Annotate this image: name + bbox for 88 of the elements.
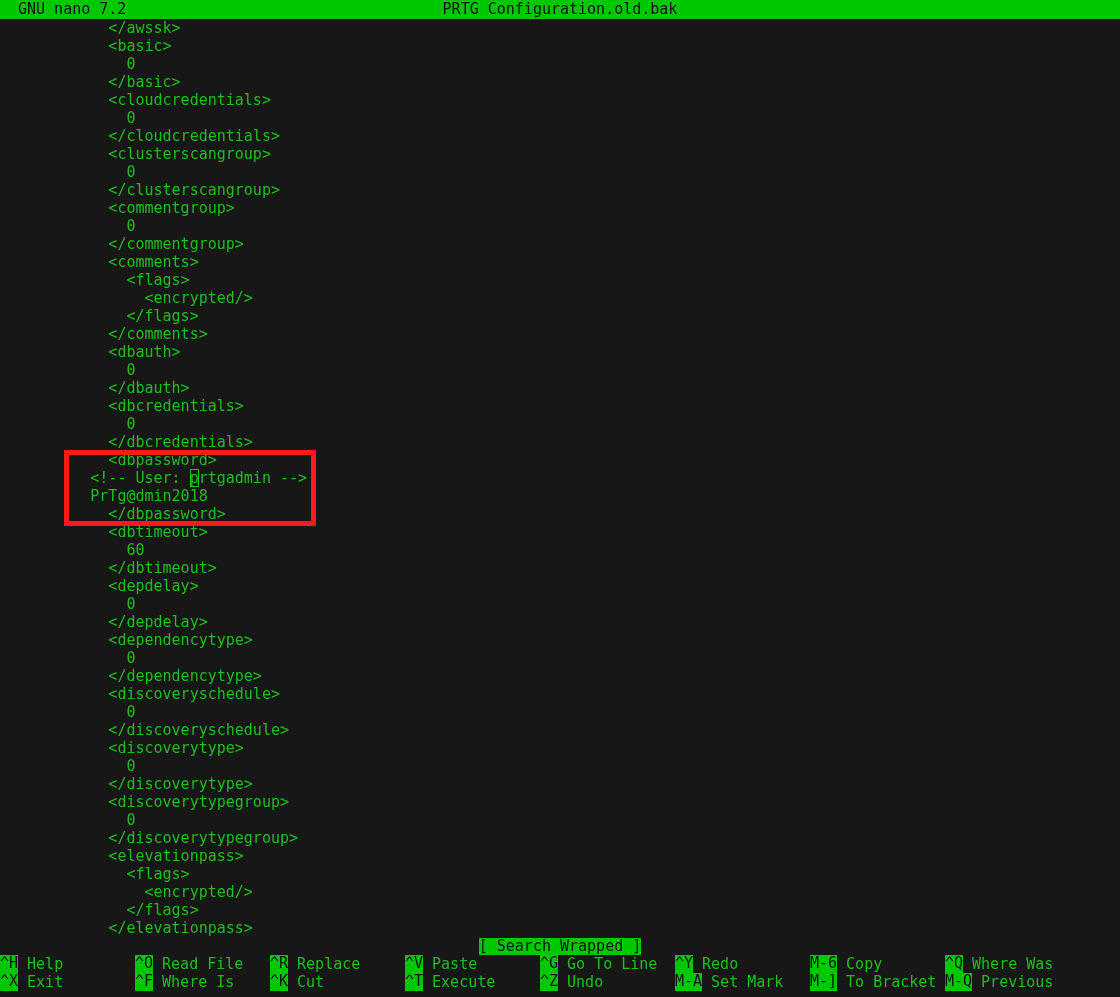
shortcut-key: M-] xyxy=(810,973,838,991)
code-line: <dbtimeout> xyxy=(107,523,208,541)
shortcut-label: Cut xyxy=(297,973,325,991)
code-line: 0 xyxy=(125,109,136,127)
shortcut-label: Replace xyxy=(297,955,361,973)
shortcut-key: ^O xyxy=(135,955,154,973)
shortcut-key: ^V xyxy=(405,955,424,973)
shortcut-label: Go To Line xyxy=(567,955,658,973)
shortcut-key: ^T xyxy=(405,973,424,991)
shortcut-label: Exit xyxy=(27,973,64,991)
code-line: </dbpassword> xyxy=(107,505,226,523)
shortcut-label: Help xyxy=(27,955,64,973)
shortcut-key: ^H xyxy=(0,955,19,973)
code-line: 0 xyxy=(125,55,136,73)
code-line: <encrypted/> xyxy=(143,883,253,901)
code-line: 60 xyxy=(125,541,145,559)
shortcut-label: Execute xyxy=(432,973,496,991)
code-line: 0 xyxy=(125,163,136,181)
shortcut-label: Redo xyxy=(702,955,739,973)
code-line: <encrypted/> xyxy=(143,289,253,307)
file-name: PRTG Configuration.old.bak xyxy=(442,0,678,19)
code-line: </discoverytype> xyxy=(107,775,253,793)
code-line: PrTg@dmin2018 xyxy=(89,487,208,505)
shortcut-key: M-Q xyxy=(945,973,973,991)
shortcut-label: Previous xyxy=(981,973,1054,991)
code-line: </discoveryschedule> xyxy=(107,721,289,739)
code-line: </flags> xyxy=(125,901,199,919)
code-line: </cloudcredentials> xyxy=(107,127,280,145)
shortcut-label: Undo xyxy=(567,973,604,991)
shortcut-label: Set Mark xyxy=(711,973,784,991)
code-line: 0 xyxy=(125,811,136,829)
code-line: </basic> xyxy=(107,73,181,91)
shortcut-key: ^G xyxy=(540,955,559,973)
shortcut-label: To Bracket xyxy=(846,973,937,991)
shortcut-label: Copy xyxy=(846,955,883,973)
code-line: </discoverytypegroup> xyxy=(107,829,298,847)
code-line: <dbauth> xyxy=(107,343,181,361)
app-version: GNU nano 7.2 xyxy=(17,0,128,19)
code-line: <dbcredentials> xyxy=(107,397,244,415)
code-line: 0 xyxy=(125,361,136,379)
shortcut-key: ^Y xyxy=(675,955,694,973)
code-line: <dependencytype> xyxy=(107,631,253,649)
code-line: </commentgroup> xyxy=(107,235,244,253)
shortcut-label: Where Is xyxy=(162,973,235,991)
code-line: </elevationpass> xyxy=(107,919,253,937)
code-line: <comments> xyxy=(107,253,199,271)
shortcut-key: ^Z xyxy=(540,973,559,991)
code-line: </dbtimeout> xyxy=(107,559,217,577)
code-line: </depdelay> xyxy=(107,613,208,631)
code-line: </comments> xyxy=(107,325,208,343)
code-line: <depdelay> xyxy=(107,577,199,595)
code-line: 0 xyxy=(125,703,136,721)
code-line: <discoveryschedule> xyxy=(107,685,280,703)
shortcut-label: Read File xyxy=(162,955,244,973)
shortcut-key: M-6 xyxy=(810,955,838,973)
code-line: 0 xyxy=(125,217,136,235)
status-message: [ Search Wrapped ] xyxy=(478,937,642,955)
shortcut-label: Where Was xyxy=(972,955,1054,973)
code-line: 0 xyxy=(125,649,136,667)
text-cursor: p xyxy=(189,469,199,487)
code-line: <dbpassword> xyxy=(107,451,217,469)
shortcut-label: Paste xyxy=(432,955,478,973)
code-line: <clusterscangroup> xyxy=(107,145,271,163)
code-text: <!-- User: xyxy=(89,469,182,487)
shortcut-key: ^X xyxy=(0,973,19,991)
code-line: <commentgroup> xyxy=(107,199,235,217)
code-line: <discoverytype> xyxy=(107,739,244,757)
shortcut-key: M-A xyxy=(675,973,703,991)
shortcut-key: ^F xyxy=(135,973,154,991)
shortcut-key: ^R xyxy=(270,955,289,973)
code-line: <elevationpass> xyxy=(107,847,244,865)
shortcut-key: ^K xyxy=(270,973,289,991)
code-line: </flags> xyxy=(125,307,199,325)
code-line: 0 xyxy=(125,595,136,613)
code-line: <flags> xyxy=(125,271,190,289)
code-line: 0 xyxy=(125,757,136,775)
code-line: <flags> xyxy=(125,865,190,883)
code-line: <cloudcredentials> xyxy=(107,91,271,109)
code-line: </clusterscangroup> xyxy=(107,181,280,199)
code-line: </awssk> xyxy=(107,19,181,37)
code-line: <discoverytypegroup> xyxy=(107,793,289,811)
code-line: <basic> xyxy=(107,37,172,55)
code-text: rtgadmin --> xyxy=(198,469,308,487)
code-line: 0 xyxy=(125,415,136,433)
code-line: </dependencytype> xyxy=(107,667,262,685)
shortcut-key: ^Q xyxy=(945,955,964,973)
code-line: </dbcredentials> xyxy=(107,433,253,451)
code-line: </dbauth> xyxy=(107,379,190,397)
